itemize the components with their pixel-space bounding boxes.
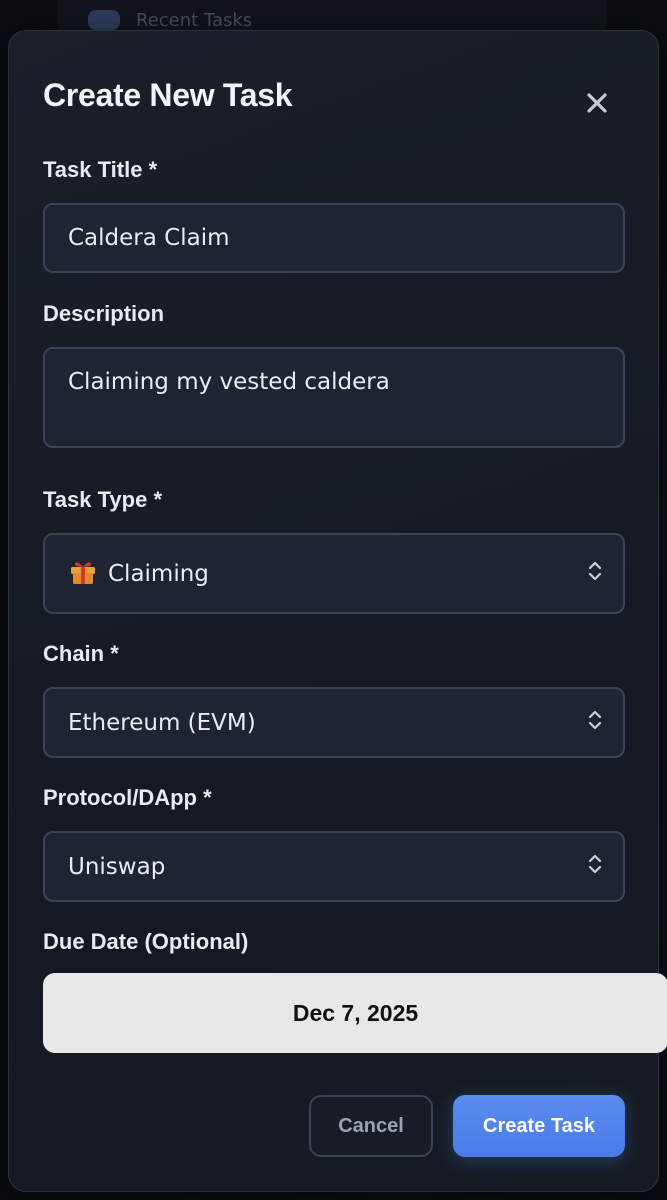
background-task-icon <box>88 10 120 30</box>
modal-title: Create New Task <box>43 77 293 113</box>
background-task-text: Recent Tasks <box>136 10 253 31</box>
description-textarea[interactable]: Claiming my vested caldera <box>43 347 625 448</box>
chain-value: Ethereum (EVM) <box>68 709 256 736</box>
chain-select[interactable]: Ethereum (EVM) <box>43 687 625 758</box>
due-date-label: Due Date (Optional) <box>43 929 249 954</box>
chevron-updown-icon <box>587 560 603 588</box>
chevron-updown-icon <box>587 709 603 737</box>
close-icon[interactable] <box>577 83 617 123</box>
task-type-select[interactable]: Claiming <box>43 533 625 614</box>
gift-icon <box>68 556 98 592</box>
description-value: Claiming my vested caldera <box>68 369 390 395</box>
protocol-value: Uniswap <box>68 853 166 880</box>
create-task-modal: Create New Task Task Title * Caldera Cla… <box>8 30 667 1192</box>
task-type-value: Claiming <box>108 560 209 587</box>
chain-label: Chain * <box>43 641 119 666</box>
chevron-updown-icon <box>587 853 603 881</box>
due-date-picker[interactable]: Dec 7, 2025 <box>43 973 667 1053</box>
task-title-value: Caldera Claim <box>68 225 230 251</box>
protocol-label: Protocol/DApp * <box>43 785 212 810</box>
task-type-label: Task Type * <box>43 487 163 512</box>
description-label: Description <box>43 301 165 326</box>
task-title-input[interactable]: Caldera Claim <box>43 203 625 273</box>
create-task-button[interactable]: Create Task <box>453 1095 625 1157</box>
cancel-button[interactable]: Cancel <box>309 1095 433 1157</box>
protocol-select[interactable]: Uniswap <box>43 831 625 902</box>
task-title-label: Task Title * <box>43 157 158 182</box>
